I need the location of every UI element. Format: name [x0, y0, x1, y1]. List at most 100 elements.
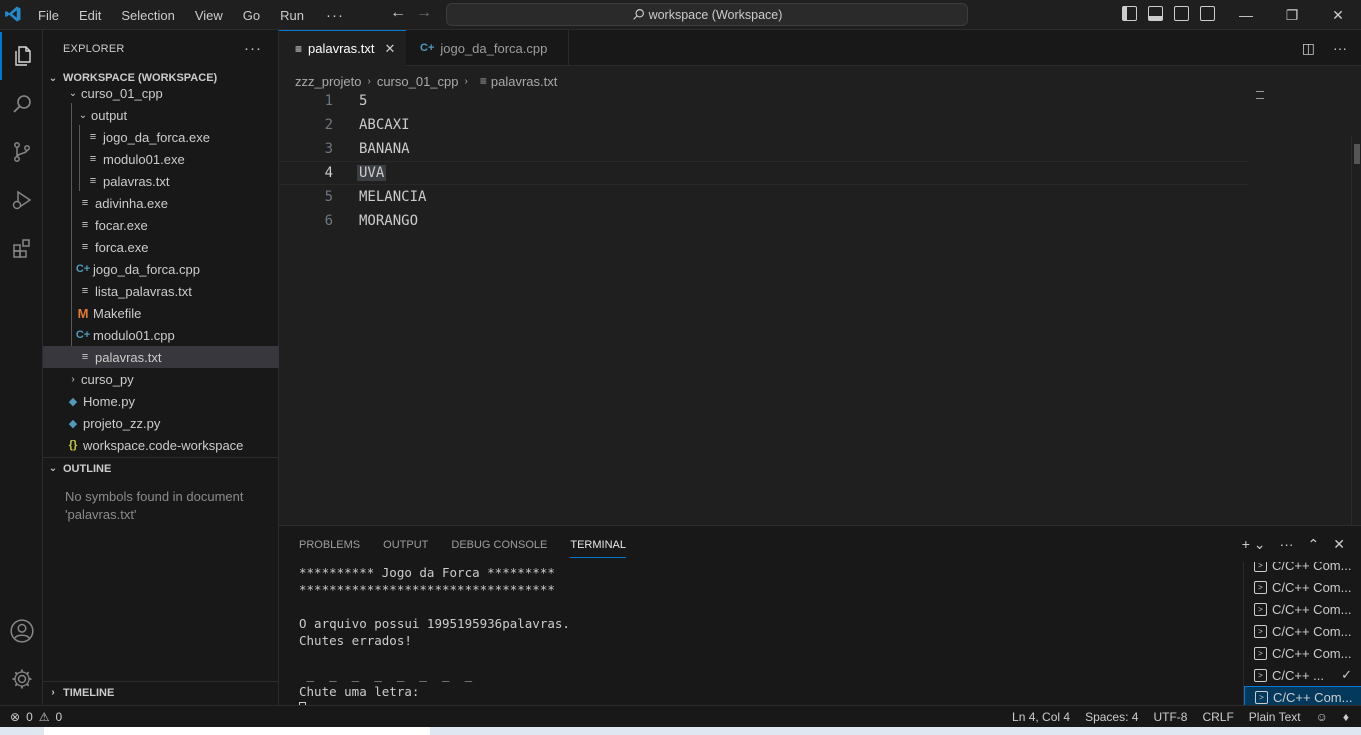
- toggle-panel-icon[interactable]: [1148, 6, 1163, 21]
- terminal-icon: >: [1254, 580, 1267, 594]
- code-line[interactable]: 2 ABCAXI: [279, 113, 1249, 137]
- status-encoding[interactable]: UTF-8: [1153, 710, 1187, 724]
- tree-file-lista-palavras-txt[interactable]: ≡ lista_palavras.txt: [43, 280, 279, 302]
- menu-run[interactable]: Run: [270, 8, 314, 23]
- json-braces-icon: {}: [68, 439, 78, 451]
- close-window-icon[interactable]: ✕: [1315, 0, 1361, 30]
- close-panel-icon[interactable]: ✕: [1333, 536, 1345, 553]
- toggle-secondary-sidebar-icon[interactable]: [1174, 6, 1189, 21]
- tree-file-adivinha-exe[interactable]: ≡ adivinha.exe: [43, 192, 279, 214]
- breadcrumb-item[interactable]: palavras.txt: [491, 74, 557, 89]
- minimize-icon[interactable]: —: [1223, 0, 1269, 30]
- source-control-icon[interactable]: [0, 128, 43, 176]
- menu-file[interactable]: File: [28, 8, 69, 23]
- terminal-output[interactable]: ********** Jogo da Forca ********* *****…: [299, 564, 1239, 717]
- tree-file-home-py[interactable]: ◆ Home.py: [43, 390, 279, 412]
- forward-arrow-icon[interactable]: →: [416, 4, 432, 22]
- tab-jogo-da-forca-cpp[interactable]: C+ jogo_da_forca.cpp: [406, 30, 569, 66]
- status-cursor-position[interactable]: Ln 4, Col 4: [1012, 710, 1070, 724]
- menu-edit[interactable]: Edit: [69, 8, 111, 23]
- code-line[interactable]: 6 MORANGO: [279, 209, 1249, 233]
- status-indentation[interactable]: Spaces: 4: [1085, 710, 1138, 724]
- files-icon[interactable]: [0, 32, 43, 80]
- tree-file-jogo-da-forca-cpp[interactable]: C+ jogo_da_forca.cpp: [43, 258, 279, 280]
- menu-view[interactable]: View: [185, 8, 233, 23]
- explorer-more-actions-icon[interactable]: ···: [244, 40, 262, 57]
- file-lines-icon: ≡: [81, 219, 89, 231]
- timeline-section-header[interactable]: › TIMELINE: [43, 681, 279, 703]
- tree-folder-curso-py[interactable]: › curso_py: [43, 368, 279, 390]
- line-text: MELANCIA: [359, 189, 427, 205]
- tree-file-focar-exe[interactable]: ≡ focar.exe: [43, 214, 279, 236]
- customize-layout-icon[interactable]: [1200, 6, 1215, 21]
- tree-file-forca-exe[interactable]: ≡ forca.exe: [43, 236, 279, 258]
- tree-label: modulo01.exe: [103, 151, 185, 167]
- terminal-list-item[interactable]: > C/C++ Com...: [1244, 620, 1361, 642]
- tab-output[interactable]: OUTPUT: [383, 526, 428, 564]
- more-actions-icon[interactable]: ···: [1333, 40, 1347, 57]
- tree-file-workspace-code-workspace[interactable]: {} workspace.code-workspace: [43, 434, 279, 456]
- code-line[interactable]: 3 BANANA: [279, 137, 1249, 161]
- tree-file-palavras-txt[interactable]: ≡ palavras.txt: [43, 346, 279, 368]
- tree-file-makefile[interactable]: M Makefile: [43, 302, 279, 324]
- toggle-primary-sidebar-icon[interactable]: [1122, 6, 1137, 21]
- split-editor-icon[interactable]: ◫: [1302, 40, 1315, 57]
- close-tab-icon[interactable]: ✕: [385, 41, 396, 57]
- tree-file-output-palavras-txt[interactable]: ≡ palavras.txt: [43, 170, 279, 192]
- more-actions-icon[interactable]: ···: [1280, 536, 1294, 553]
- breadcrumb-item[interactable]: curso_01_cpp: [377, 74, 459, 89]
- settings-gear-icon[interactable]: [0, 655, 43, 703]
- breadcrumb-item[interactable]: zzz_projeto: [295, 74, 361, 89]
- minimap[interactable]: [1256, 91, 1264, 99]
- terminal-list-item[interactable]: > C/C++ Com...: [1244, 598, 1361, 620]
- menu-go[interactable]: Go: [233, 8, 270, 23]
- line-text: 5: [359, 93, 368, 109]
- scrollbar-thumb[interactable]: [1354, 144, 1360, 164]
- terminal-list-item[interactable]: > C/C++ ... ✓: [1244, 664, 1361, 686]
- tree-file-jogo-da-forca-exe[interactable]: ≡ jogo_da_forca.exe: [43, 126, 279, 148]
- menu-selection[interactable]: Selection: [111, 8, 184, 23]
- terminal-label: C/C++ Com...: [1272, 562, 1352, 573]
- tab-problems[interactable]: PROBLEMS: [299, 526, 360, 564]
- tree-file-modulo01-cpp[interactable]: C+ modulo01.cpp: [43, 324, 279, 346]
- tab-palavras-txt[interactable]: ≡ palavras.txt ✕: [279, 30, 406, 66]
- explorer-sidebar: EXPLORER ··· ⌄ WORKSPACE (WORKSPACE) ⌄ c…: [43, 30, 279, 705]
- run-debug-icon[interactable]: [0, 176, 43, 224]
- status-language[interactable]: Plain Text: [1249, 710, 1301, 724]
- status-problems[interactable]: ⊗ 0 ⚠ 0: [10, 706, 62, 728]
- extensions-icon[interactable]: [0, 224, 43, 272]
- outline-section-header[interactable]: ⌄ OUTLINE: [43, 457, 279, 479]
- menu-more-button[interactable]: ···: [314, 7, 354, 24]
- terminal-list-item[interactable]: > C/C++ Com...: [1244, 576, 1361, 598]
- tree-label: jogo_da_forca.cpp: [93, 261, 200, 277]
- tree-file-projeto-zz-py[interactable]: ◆ projeto_zz.py: [43, 412, 279, 434]
- command-center-search[interactable]: workspace (Workspace): [446, 3, 968, 26]
- outline-section-label: OUTLINE: [63, 462, 112, 475]
- code-line-current[interactable]: 4 UVA: [279, 161, 1249, 185]
- terminal-list-item-active[interactable]: > C/C++ Com...: [1244, 686, 1361, 706]
- terminal-list-item[interactable]: > C/C++ Com...: [1244, 562, 1361, 576]
- tab-terminal[interactable]: TERMINAL: [570, 526, 626, 564]
- editor-scrollbar[interactable]: [1351, 136, 1360, 536]
- terminal-icon: >: [1254, 624, 1267, 638]
- tree-file-modulo01-exe[interactable]: ≡ modulo01.exe: [43, 148, 279, 170]
- account-icon[interactable]: [0, 607, 43, 655]
- new-terminal-icon[interactable]: + ⌄: [1242, 536, 1266, 553]
- notifications-bell-icon[interactable]: ♦: [1343, 710, 1349, 724]
- code-line[interactable]: 1 5: [279, 89, 1249, 113]
- terminal-line: **********************************: [299, 582, 555, 597]
- tree-folder-output[interactable]: ⌄ output: [43, 104, 279, 126]
- tree-folder-curso-01-cpp[interactable]: ⌄ curso_01_cpp: [43, 82, 279, 104]
- chevron-right-icon: ›: [51, 687, 55, 698]
- search-icon[interactable]: [0, 80, 43, 128]
- feedback-icon[interactable]: ☺: [1316, 710, 1328, 724]
- file-lines-icon: ≡: [81, 197, 89, 209]
- code-line[interactable]: 5 MELANCIA: [279, 185, 1249, 209]
- tab-debug-console[interactable]: DEBUG CONSOLE: [451, 526, 547, 564]
- back-arrow-icon[interactable]: ←: [390, 4, 406, 22]
- terminal-list-item[interactable]: > C/C++ Com...: [1244, 642, 1361, 664]
- maximize-panel-icon[interactable]: ⌃: [1308, 536, 1320, 553]
- status-eol[interactable]: CRLF: [1202, 710, 1233, 724]
- file-lines-icon: ≡: [81, 351, 89, 363]
- restore-icon[interactable]: ❐: [1269, 0, 1315, 30]
